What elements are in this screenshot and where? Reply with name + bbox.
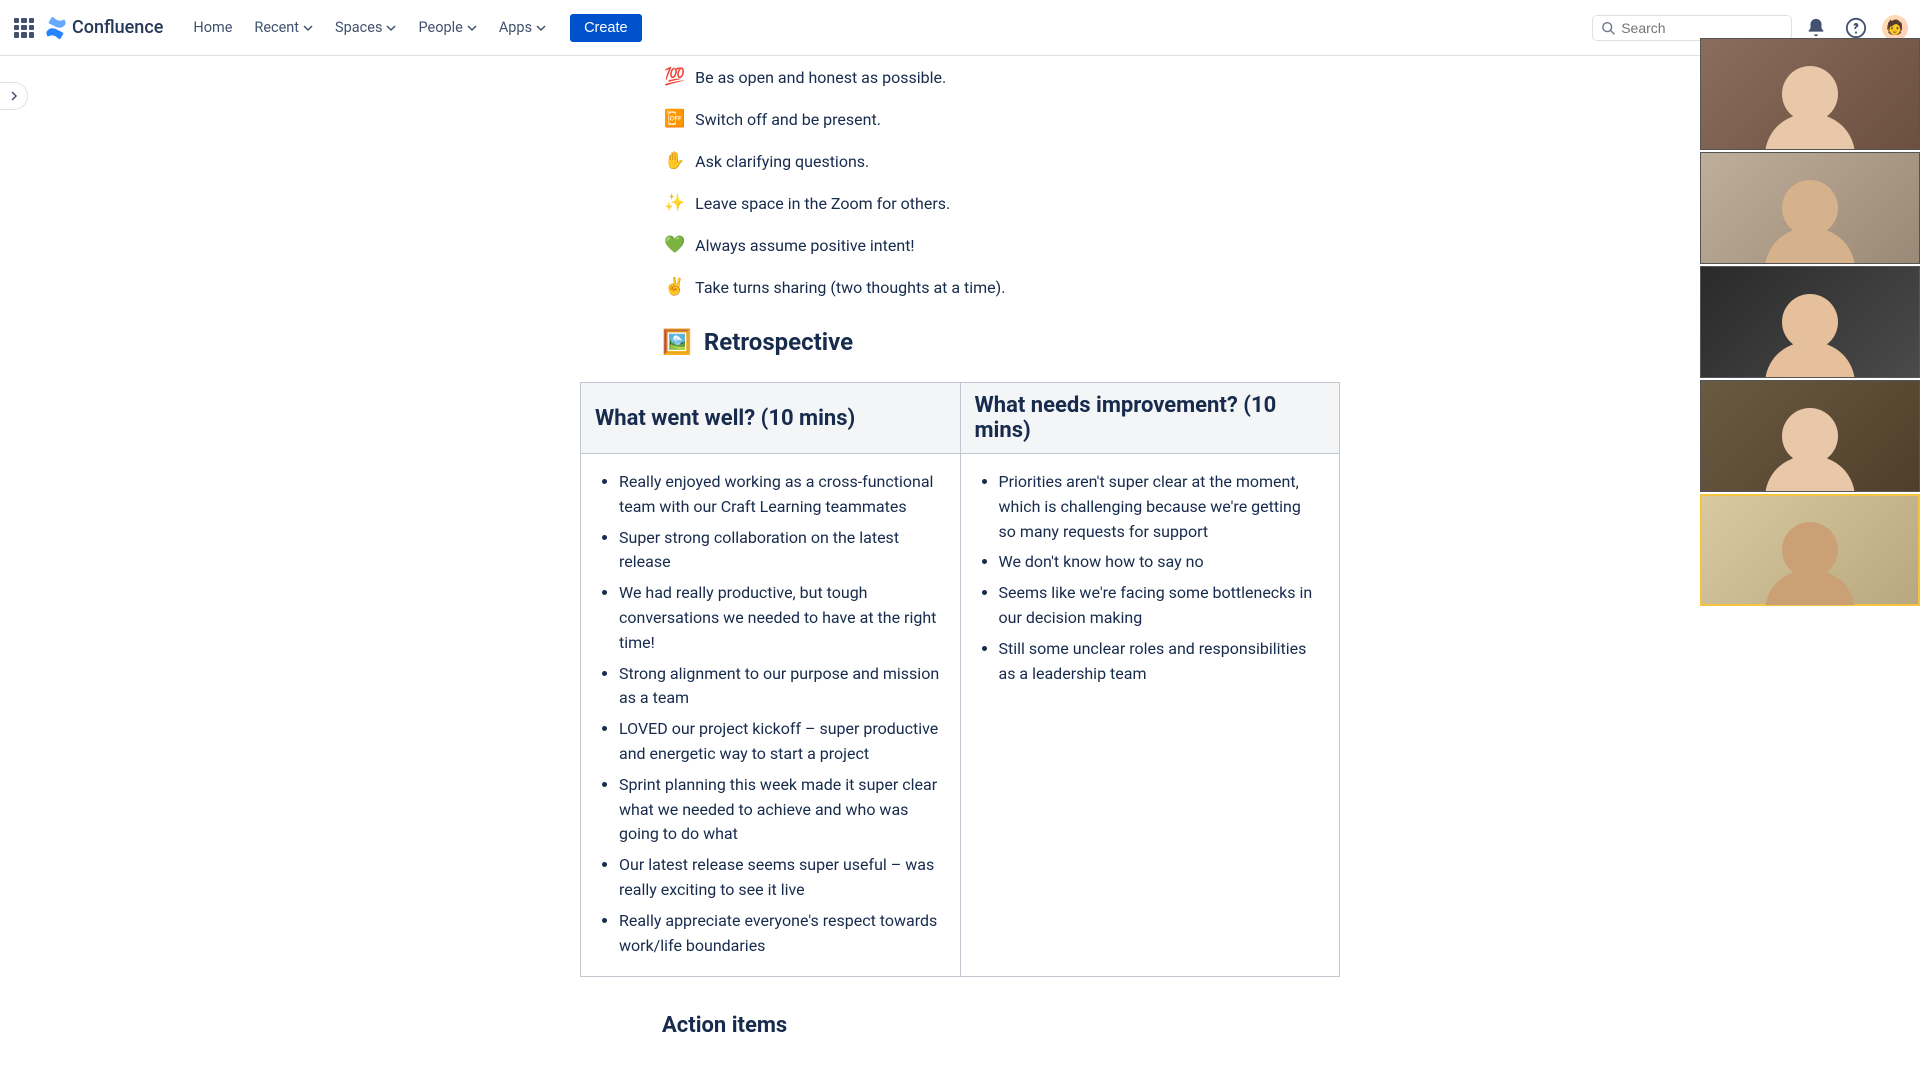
nav-spaces-label: Spaces xyxy=(335,19,382,36)
rule-emoji: ✌️ xyxy=(664,276,685,300)
participant-icon xyxy=(1782,522,1838,578)
expand-sidebar-button[interactable] xyxy=(0,82,28,110)
search-box[interactable] xyxy=(1592,15,1792,41)
went-well-header: What went well? (10 mins) xyxy=(581,383,961,454)
video-participant-tile[interactable] xyxy=(1700,380,1920,492)
rule-emoji: 📴 xyxy=(664,108,685,132)
list-item: LOVED our project kickoff – super produc… xyxy=(619,717,942,767)
rule-text: Switch off and be present. xyxy=(695,108,881,132)
video-call-overlay[interactable] xyxy=(1700,38,1920,606)
retrospective-table: What went well? (10 mins) What needs imp… xyxy=(580,382,1340,977)
participant-icon xyxy=(1782,66,1838,122)
list-item: Sprint planning this week made it super … xyxy=(619,773,942,847)
video-participant-tile[interactable] xyxy=(1700,494,1920,606)
retrospective-heading-text: Retrospective xyxy=(704,328,853,356)
video-participant-tile[interactable] xyxy=(1700,38,1920,150)
ground-rule-item: ✌️ Take turns sharing (two thoughts at a … xyxy=(664,276,1340,300)
went-well-list: Really enjoyed working as a cross-functi… xyxy=(599,470,942,958)
rule-text: Ask clarifying questions. xyxy=(695,150,869,174)
nav-people-label: People xyxy=(418,19,462,36)
nav-apps[interactable]: Apps xyxy=(489,13,556,42)
bell-icon xyxy=(1805,17,1827,39)
chevron-down-icon xyxy=(303,23,313,33)
nav-recent[interactable]: Recent xyxy=(244,13,323,42)
list-item: Priorities aren't super clear at the mom… xyxy=(999,470,1322,544)
rule-emoji: 💚 xyxy=(664,234,685,258)
list-item: Strong alignment to our purpose and miss… xyxy=(619,662,942,712)
rule-text: Be as open and honest as possible. xyxy=(695,66,946,90)
brand-name: Confluence xyxy=(72,17,163,38)
action-items-heading: Action items xyxy=(580,1013,1340,1038)
retrospective-heading: 🖼️ Retrospective xyxy=(580,328,1340,356)
ground-rule-item: 💚 Always assume positive intent! xyxy=(664,234,1340,258)
search-icon xyxy=(1601,20,1615,36)
chevron-down-icon xyxy=(386,23,396,33)
participant-icon xyxy=(1782,408,1838,464)
participant-icon xyxy=(1782,294,1838,350)
ground-rule-item: 💯 Be as open and honest as possible. xyxy=(664,66,1340,90)
nav-spaces[interactable]: Spaces xyxy=(325,13,406,42)
search-input[interactable] xyxy=(1621,20,1783,36)
rule-emoji: ✋ xyxy=(664,150,685,174)
chevron-right-icon xyxy=(9,91,19,101)
ground-rules-list: 💯 Be as open and honest as possible. 📴 Swit… xyxy=(580,66,1340,300)
list-item: Really enjoyed working as a cross-functi… xyxy=(619,470,942,520)
list-item: Super strong collaboration on the latest… xyxy=(619,526,942,576)
participant-icon xyxy=(1782,180,1838,236)
rule-emoji: ✨ xyxy=(664,192,685,216)
nav-apps-label: Apps xyxy=(499,19,532,36)
ground-rule-item: ✋ Ask clarifying questions. xyxy=(664,150,1340,174)
list-item: We had really productive, but tough conv… xyxy=(619,581,942,655)
list-item: Really appreciate everyone's respect tow… xyxy=(619,909,942,959)
help-icon xyxy=(1845,17,1867,39)
list-item: Our latest release seems super useful – … xyxy=(619,853,942,903)
chevron-down-icon xyxy=(467,23,477,33)
rule-emoji: 💯 xyxy=(664,66,685,90)
create-button[interactable]: Create xyxy=(570,14,642,42)
rule-text: Always assume positive intent! xyxy=(695,234,914,258)
list-item: Seems like we're facing some bottlenecks… xyxy=(999,581,1322,631)
top-navigation: Confluence Home Recent Spaces People App… xyxy=(0,0,1920,56)
app-switcher-icon[interactable] xyxy=(12,16,36,40)
page-content: 💯 Be as open and honest as possible. 📴 Swit… xyxy=(580,56,1340,1038)
ground-rule-item: 📴 Switch off and be present. xyxy=(664,108,1340,132)
needs-improvement-cell[interactable]: Priorities aren't super clear at the mom… xyxy=(960,454,1340,977)
nav-people[interactable]: People xyxy=(408,13,486,42)
brand-home-link[interactable]: Confluence xyxy=(44,16,163,40)
profile-avatar[interactable]: 🧑 xyxy=(1882,15,1908,41)
ground-rule-item: ✨ Leave space in the Zoom for others. xyxy=(664,192,1340,216)
rule-text: Leave space in the Zoom for others. xyxy=(695,192,950,216)
chevron-down-icon xyxy=(536,23,546,33)
retrospective-icon: 🖼️ xyxy=(662,328,692,356)
list-item: We don't know how to say no xyxy=(999,550,1322,575)
video-participant-tile[interactable] xyxy=(1700,152,1920,264)
went-well-cell[interactable]: Really enjoyed working as a cross-functi… xyxy=(581,454,961,977)
needs-improvement-list: Priorities aren't super clear at the mom… xyxy=(979,470,1322,686)
list-item: Still some unclear roles and responsibil… xyxy=(999,637,1322,687)
rule-text: Take turns sharing (two thoughts at a ti… xyxy=(695,276,1005,300)
needs-improvement-header: What needs improvement? (10 mins) xyxy=(960,383,1340,454)
nav-recent-label: Recent xyxy=(254,19,299,36)
primary-nav: Home Recent Spaces People Apps Create xyxy=(183,13,641,42)
nav-home[interactable]: Home xyxy=(183,13,242,42)
main-area: 💯 Be as open and honest as possible. 📴 Swit… xyxy=(0,56,1920,1080)
confluence-logo-icon xyxy=(44,16,68,40)
video-participant-tile[interactable] xyxy=(1700,266,1920,378)
nav-home-label: Home xyxy=(193,19,232,36)
